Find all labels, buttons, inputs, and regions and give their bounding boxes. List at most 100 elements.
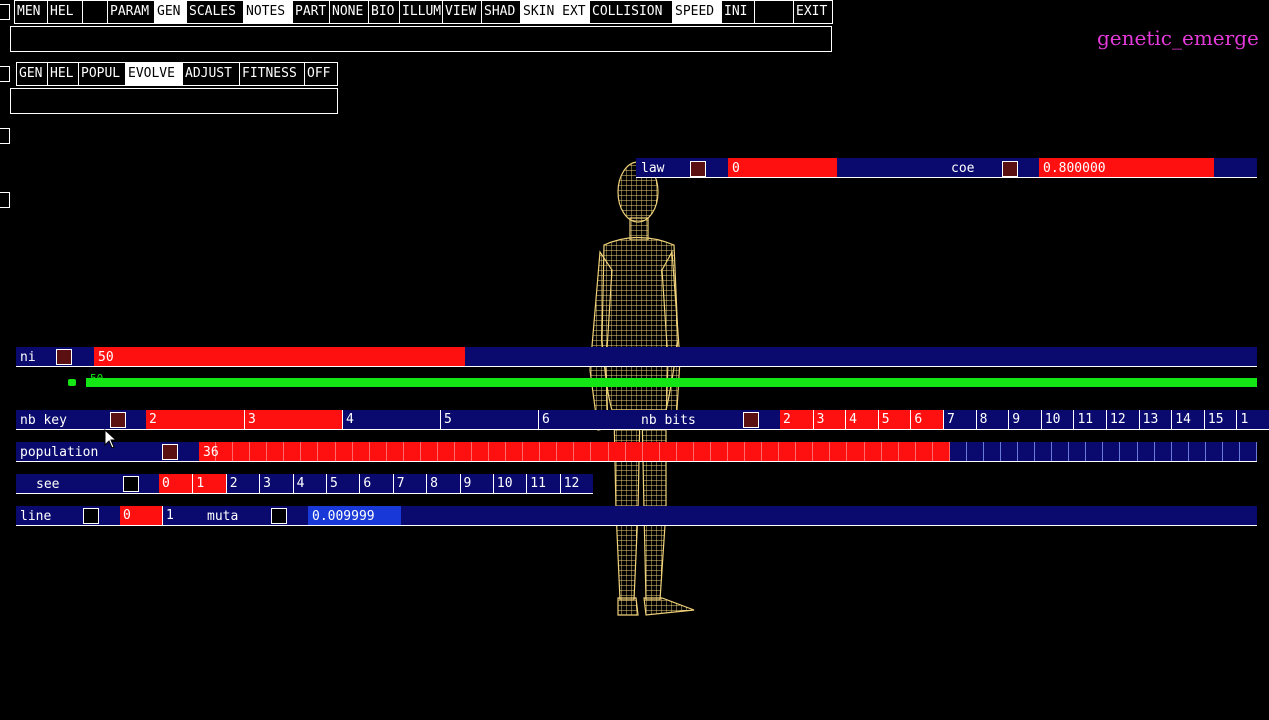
population-segment[interactable] xyxy=(864,442,882,461)
population-segment[interactable] xyxy=(523,442,541,461)
population-segment[interactable] xyxy=(301,442,319,461)
population-segment[interactable] xyxy=(1205,442,1223,461)
see-tick[interactable]: 5 xyxy=(325,474,359,493)
nb-bits-ticks[interactable]: 2 3 4 5 6 7 8 9 10 11 12 13 14 15 1 xyxy=(780,410,1269,429)
nb-bits-tick[interactable]: 3 xyxy=(812,410,846,429)
population-slider[interactable] xyxy=(199,442,1257,461)
see-tick[interactable]: 9 xyxy=(459,474,493,493)
submenu-item-evolve[interactable]: EVOLVE xyxy=(125,62,182,86)
muta-checkbox[interactable] xyxy=(271,508,287,524)
population-segment[interactable] xyxy=(1239,442,1257,461)
menu-item-scales[interactable]: SCALES xyxy=(186,0,243,24)
menu-item-gen[interactable]: GEN xyxy=(154,0,186,24)
nb-key-tick[interactable]: 4 xyxy=(342,410,440,429)
law-slider-fill[interactable] xyxy=(728,158,837,177)
nb-key-tick[interactable]: 5 xyxy=(440,410,538,429)
menu-item-skin-ext[interactable]: SKIN EXT xyxy=(520,0,589,24)
nb-bits-tick[interactable]: 14 xyxy=(1171,410,1204,429)
population-segment[interactable] xyxy=(966,442,984,461)
see-tick[interactable]: 11 xyxy=(526,474,559,493)
ni-checkbox[interactable] xyxy=(56,349,72,365)
menu-item-none[interactable]: NONE xyxy=(329,0,368,24)
menu-item-hel[interactable]: HEL xyxy=(47,0,82,24)
see-checkbox[interactable] xyxy=(123,476,139,492)
nb-bits-tick[interactable]: 5 xyxy=(877,410,911,429)
see-tick[interactable]: 6 xyxy=(359,474,392,493)
edge-toggle-2[interactable] xyxy=(0,66,10,82)
population-segment[interactable] xyxy=(983,442,1002,461)
line-ticks[interactable]: 01 xyxy=(120,506,204,525)
population-segment[interactable] xyxy=(693,442,711,461)
population-segment[interactable] xyxy=(881,442,899,461)
see-ticks[interactable]: 0 1 2 3 4 5 6 7 8 9 10 11 12 xyxy=(159,474,593,493)
population-segment[interactable] xyxy=(437,442,455,461)
population-segment[interactable] xyxy=(813,442,831,461)
submenu-item-gen[interactable]: GEN xyxy=(16,62,47,86)
law-checkbox[interactable] xyxy=(690,161,706,177)
population-segment[interactable] xyxy=(710,442,728,461)
population-segment[interactable] xyxy=(369,442,387,461)
nb-bits-tick[interactable]: 10 xyxy=(1040,410,1074,429)
population-segment[interactable] xyxy=(1035,442,1053,461)
submenu-item-hel[interactable]: HEL xyxy=(47,62,78,86)
population-segment[interactable] xyxy=(557,442,575,461)
nb-bits-tick[interactable]: 6 xyxy=(910,410,943,429)
submenu-item-fitness[interactable]: FITNESS xyxy=(239,62,304,86)
population-segment[interactable] xyxy=(420,442,438,461)
population-segment[interactable] xyxy=(779,442,797,461)
edge-toggle-3[interactable] xyxy=(0,128,10,144)
population-segment[interactable] xyxy=(1154,442,1172,461)
menu-item-speed[interactable]: SPEED xyxy=(672,0,721,24)
population-segment[interactable] xyxy=(796,442,814,461)
nb-bits-tick[interactable]: 12 xyxy=(1106,410,1139,429)
population-segment[interactable] xyxy=(1018,442,1036,461)
population-segment[interactable] xyxy=(335,442,353,461)
edge-toggle-4[interactable] xyxy=(0,192,10,208)
menu-item-blank-17[interactable] xyxy=(754,0,793,24)
population-segment[interactable] xyxy=(386,442,404,461)
population-segment[interactable] xyxy=(949,442,967,461)
population-segment[interactable] xyxy=(318,442,336,461)
menu-item-param[interactable]: PARAM xyxy=(107,0,154,24)
population-segment[interactable] xyxy=(574,442,592,461)
edge-toggle-1[interactable] xyxy=(0,4,10,20)
population-segment[interactable] xyxy=(625,442,643,461)
submenu-item-popul[interactable]: POPUL xyxy=(78,62,125,86)
population-segment[interactable] xyxy=(1188,442,1206,461)
population-segment[interactable] xyxy=(728,442,746,461)
population-segment[interactable] xyxy=(267,442,285,461)
menu-item-ini[interactable]: INI xyxy=(721,0,754,24)
ni-slider-fill[interactable] xyxy=(94,347,465,366)
population-segment[interactable] xyxy=(250,442,268,461)
see-tick[interactable]: 7 xyxy=(392,474,426,493)
see-tick[interactable]: 10 xyxy=(492,474,526,493)
population-segment[interactable] xyxy=(1120,442,1138,461)
population-segment[interactable] xyxy=(1103,442,1121,461)
see-tick[interactable]: 3 xyxy=(259,474,292,493)
population-segment[interactable] xyxy=(233,442,251,461)
sub-menu-text-box[interactable] xyxy=(10,88,338,114)
nb-bits-tick[interactable]: 15 xyxy=(1203,410,1237,429)
coe-checkbox[interactable] xyxy=(1002,161,1018,177)
menu-item-notes[interactable]: NOTES xyxy=(243,0,292,24)
nb-bits-tick[interactable]: 7 xyxy=(943,410,976,429)
population-segment[interactable] xyxy=(1171,442,1189,461)
population-segment[interactable] xyxy=(540,442,558,461)
population-segment[interactable] xyxy=(642,442,660,461)
population-segment[interactable] xyxy=(762,442,780,461)
nb-bits-tick[interactable]: 11 xyxy=(1073,410,1106,429)
nb-bits-tick[interactable]: 13 xyxy=(1138,410,1172,429)
population-segment[interactable] xyxy=(932,442,950,461)
menu-item-part[interactable]: PART xyxy=(292,0,329,24)
see-tick[interactable]: 1 xyxy=(192,474,226,493)
population-segment[interactable] xyxy=(1069,442,1087,461)
population-segment[interactable] xyxy=(506,442,524,461)
population-segment[interactable] xyxy=(898,442,916,461)
menu-item-exit[interactable]: EXIT xyxy=(793,0,833,24)
population-segment[interactable] xyxy=(284,442,302,461)
population-segment[interactable] xyxy=(676,442,694,461)
see-tick[interactable]: 8 xyxy=(426,474,459,493)
menu-item-blank-2[interactable] xyxy=(82,0,107,24)
nb-bits-tick[interactable]: 8 xyxy=(975,410,1009,429)
see-tick[interactable]: 0 xyxy=(159,474,193,493)
